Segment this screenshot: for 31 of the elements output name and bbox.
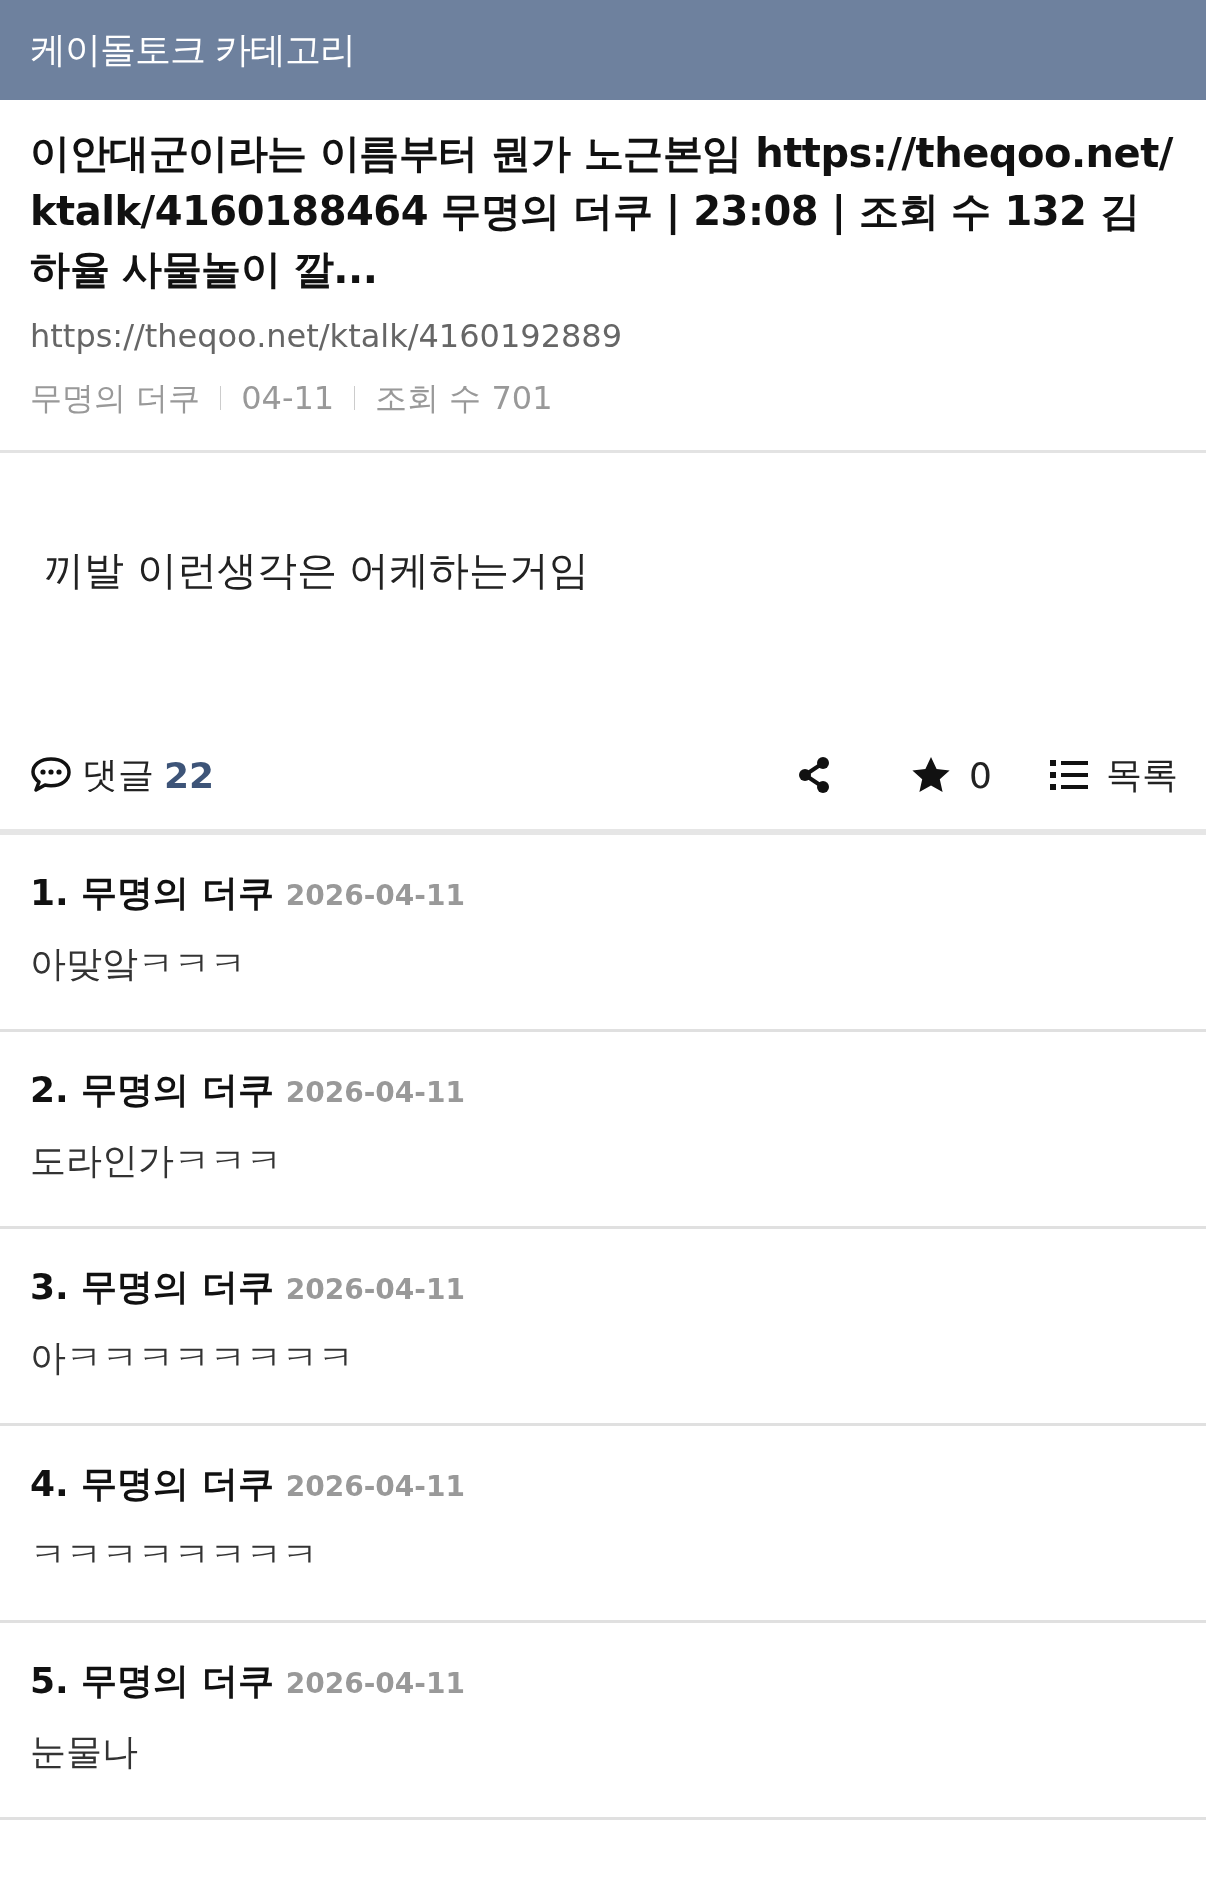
list-button[interactable]: 목록	[1050, 750, 1178, 800]
comments-label: 댓글	[82, 752, 154, 797]
share-button[interactable]	[797, 756, 832, 794]
comment-date: 2026-04-11	[285, 1470, 465, 1503]
speech-bubble-icon	[30, 756, 72, 794]
comment-text: 눈물나	[30, 1730, 139, 1774]
comment-date: 2026-04-11	[285, 879, 465, 912]
comment-author: 5. 무명의 더쿠	[30, 1659, 274, 1703]
comment-text: 아ㅋㅋㅋㅋㅋㅋㅋㅋ	[30, 1336, 355, 1380]
post-url: https://theqoo.net/ktalk/4160192889	[30, 316, 624, 356]
post-body: 끼발 이런생각은 어케하는거임	[44, 546, 591, 595]
comment-author: 2. 무명의 더쿠	[30, 1068, 274, 1112]
comment-date: 2026-04-11	[285, 1076, 465, 1109]
comment-author: 3. 무명의 더쿠	[30, 1265, 274, 1309]
post-meta: 무명의 더쿠	[30, 378, 201, 418]
star-icon	[911, 756, 952, 794]
post-title: 이안대군이라는 이름부터 뭔가 노근본임 https://theqoo.net/ktalk/4160188464 무명의 더쿠 | 23:08 | 조회 수 132 김하율 사물놀이 깔...	[30, 129, 1175, 294]
comment-text: 도라인가ㅋㅋㅋ	[30, 1139, 283, 1183]
comment-date: 2026-04-11	[285, 1273, 465, 1306]
category-title[interactable]: 케이돌토크 카테고리	[30, 25, 356, 75]
comment-text: 아맞앜ㅋㅋㅋ	[30, 942, 247, 986]
comment-text: ㅋㅋㅋㅋㅋㅋㅋㅋ	[30, 1533, 319, 1577]
list-icon	[1050, 759, 1088, 791]
comment-count: 22	[164, 754, 215, 796]
post-meta: 04-11	[241, 378, 335, 418]
comment-author: 1. 무명의 더쿠	[30, 871, 274, 915]
comment-author: 4. 무명의 더쿠	[30, 1462, 274, 1506]
vote-button[interactable]: 0	[911, 754, 992, 796]
share-icon	[797, 756, 832, 794]
comment-date: 2026-04-11	[285, 1667, 465, 1700]
post-meta: 조회 수 701	[375, 378, 553, 418]
